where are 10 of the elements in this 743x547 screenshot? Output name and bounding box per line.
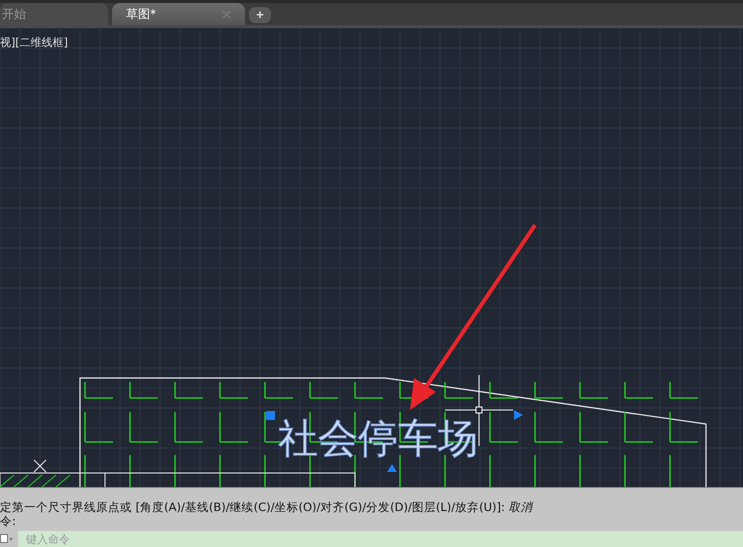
command-input-field[interactable]: 键入命令 bbox=[18, 531, 743, 547]
grip-icon[interactable] bbox=[387, 464, 397, 472]
command-history-line: 令: bbox=[0, 514, 17, 528]
viewport-label[interactable]: 视][二维线框] bbox=[0, 35, 68, 50]
command-history-line: 定第一个尺寸界线原点或 [角度(A)/基线(B)/继续(C)/坐标(O)/对齐(G)/分发(D)/图层(L)/放弃(U)]: 取消 bbox=[0, 500, 534, 514]
command-menu-icon[interactable] bbox=[0, 534, 14, 544]
grip-icon[interactable] bbox=[266, 411, 275, 420]
grip-icon[interactable] bbox=[514, 410, 523, 420]
file-tab[interactable]: 草图* bbox=[112, 3, 245, 25]
new-tab-button[interactable]: + bbox=[249, 7, 271, 23]
